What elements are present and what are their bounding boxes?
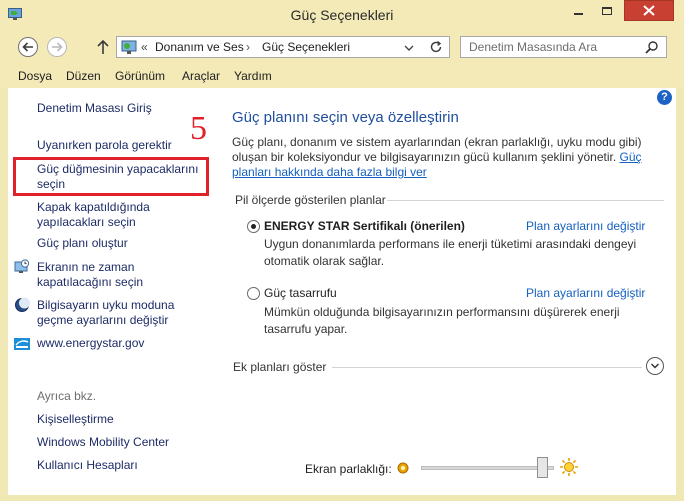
sidebar-item-label: Kapak kapatıldığında (37, 200, 150, 214)
sidebar-item-lid-close[interactable]: Kapak kapatıldığında yapılacakları seçin (37, 200, 150, 230)
description-line: oluşan bir koleksiyondur ve bilgisayarın… (232, 150, 617, 164)
breadcrumb-separator[interactable]: › (246, 40, 250, 54)
description-line-3: planları hakkında daha fazla bilgi ver (232, 165, 652, 180)
chevron-down-icon (650, 363, 660, 369)
breadcrumb-power-options[interactable]: Güç Seçenekleri (262, 40, 350, 54)
window-bottom-frame (0, 495, 684, 501)
breadcrumb-hardware-sound[interactable]: Donanım ve Ses (155, 40, 244, 54)
search-icon[interactable] (644, 40, 659, 55)
minimize-button[interactable] (564, 0, 592, 21)
sidebar-item-energystar[interactable]: www.energystar.gov (37, 336, 144, 351)
step-number: 5 (190, 110, 207, 147)
sidebar-item-create-plan[interactable]: Güç planı oluştur (37, 236, 128, 251)
plan-name[interactable]: Güç tasarrufu (264, 286, 337, 300)
plan-description-line: otomatik olarak sağlar. (264, 254, 385, 268)
sidebar-item-label: geçme ayarlarını değiştir (37, 313, 169, 327)
forward-arrow-icon (52, 42, 63, 52)
learn-more-link-continued[interactable]: planları hakkında daha fazla bilgi ver (232, 165, 427, 179)
brightness-slider[interactable] (421, 466, 554, 470)
plan-radio-power-saver[interactable] (247, 287, 260, 300)
menu-bar: Dosya Düzen Görünüm Araçlar Yardım (0, 64, 684, 88)
change-plan-settings-link[interactable]: Plan ayarlarını değiştir (526, 286, 645, 300)
section-divider (387, 200, 664, 201)
sidebar-item-label: Bilgisayarın uyku moduna (37, 298, 175, 312)
monitor-clock-icon (14, 259, 30, 273)
close-icon (643, 5, 655, 16)
sidebar-home-link[interactable]: Denetim Masası Giriş (37, 101, 152, 116)
search-input[interactable] (469, 39, 639, 55)
show-more-plans-label[interactable]: Ek planları göster (233, 360, 326, 374)
see-also-user-accounts[interactable]: Kullanıcı Hesapları (37, 458, 138, 473)
see-also-title: Ayrıca bkz. (37, 389, 97, 403)
description-line-2: oluşan bir koleksiyondur ve bilgisayarın… (232, 150, 652, 165)
plan-description: Mümkün olduğunda bilgisayarınızın perfor… (264, 304, 654, 338)
plan-radio-energy-star[interactable] (247, 220, 260, 233)
refresh-icon[interactable] (428, 39, 444, 55)
maximize-icon (601, 6, 612, 15)
sidebar-item-require-password[interactable]: Uyanırken parola gerektir (37, 138, 172, 153)
menu-help[interactable]: Yardım (234, 69, 272, 83)
menu-file[interactable]: Dosya (18, 69, 52, 83)
maximize-button[interactable] (593, 0, 620, 21)
brightness-slider-thumb[interactable] (536, 457, 548, 478)
menu-view[interactable]: Görünüm (115, 69, 165, 83)
energy-star-icon (14, 338, 30, 350)
sidebar-item-label: kapatılacağını seçin (37, 275, 144, 289)
sidebar-item-display-off[interactable]: Ekranın ne zaman kapatılacağını seçin (37, 260, 143, 290)
plan-name[interactable]: ENERGY STAR Sertifikalı (önerilen) (264, 219, 465, 233)
plan-description-line: Mümkün olduğunda bilgisayarınızın perfor… (264, 305, 620, 319)
menu-tools[interactable]: Araçlar (182, 69, 220, 83)
section-title: Pil ölçerde gösterilen planlar (235, 193, 386, 207)
learn-more-link[interactable]: Güç (620, 150, 642, 164)
see-also-mobility-center[interactable]: Windows Mobility Center (37, 435, 169, 450)
sidebar-item-label: yapılacakları seçin (37, 215, 136, 229)
minimize-icon (573, 12, 583, 15)
page-description: Güç planı, donanım ve sistem ayarlarında… (232, 135, 652, 180)
more-plans-divider (332, 367, 642, 368)
sidebar-item-sleep-settings[interactable]: Bilgisayarın uyku moduna geçme ayarların… (37, 298, 174, 328)
up-arrow-icon[interactable] (94, 38, 112, 56)
dim-brightness-icon (397, 462, 409, 474)
bright-brightness-icon (560, 458, 578, 476)
chevron-down-icon[interactable] (402, 42, 416, 54)
menu-edit[interactable]: Düzen (66, 69, 101, 83)
back-arrow-icon (22, 42, 33, 52)
brightness-label: Ekran parlaklığı: (305, 462, 392, 476)
address-bar[interactable]: « Donanım ve Ses › Güç Seçenekleri (116, 36, 450, 58)
breadcrumb-overflow[interactable]: « (141, 40, 148, 54)
expand-plans-button[interactable] (646, 357, 664, 375)
forward-button[interactable] (47, 37, 67, 57)
close-button[interactable] (624, 0, 674, 21)
title-bar: Güç Seçenekleri (0, 0, 684, 30)
search-box[interactable] (460, 36, 667, 58)
help-icon[interactable]: ? (657, 90, 672, 105)
navigation-bar: « Donanım ve Ses › Güç Seçenekleri (0, 30, 684, 64)
description-line: Güç planı, donanım ve sistem ayarlarında… (232, 135, 642, 149)
plan-description-line: Uygun donanımlarda performans ile enerji… (264, 237, 637, 251)
page-title: Güç planını seçin veya özelleştirin (232, 109, 459, 126)
plan-description-line: tasarrufu yapar. (264, 322, 348, 336)
moon-icon (15, 297, 30, 312)
control-panel-icon (121, 40, 137, 54)
see-also-personalization[interactable]: Kişiselleştirme (37, 412, 114, 427)
sidebar-item-label: Ekranın ne zaman (37, 260, 135, 274)
back-button[interactable] (18, 37, 38, 57)
plan-description: Uygun donanımlarda performans ile enerji… (264, 236, 654, 270)
highlight-box (13, 157, 209, 196)
change-plan-settings-link[interactable]: Plan ayarlarını değiştir (526, 219, 645, 233)
